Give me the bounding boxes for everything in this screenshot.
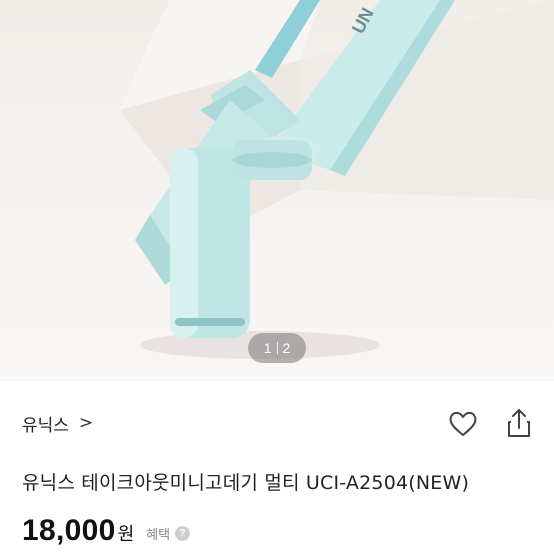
price-row: 18,000 원 혜택 ? [22, 514, 191, 548]
heart-icon [449, 411, 477, 436]
chevron-right-icon: > [78, 413, 94, 433]
pager-current: 1 [263, 340, 272, 356]
pager-divider [276, 342, 278, 354]
share-button[interactable] [503, 406, 535, 440]
benefit-label[interactable]: 혜택 [146, 524, 170, 543]
pager-total: 2 [282, 340, 291, 356]
product-title: 유닉스 테이크아웃미니고데기 멀티 UCI-A2504(NEW) [22, 472, 470, 494]
price-currency: 원 [117, 524, 135, 545]
info-icon[interactable]: ? [175, 525, 191, 541]
product-photo: UN [120, 0, 554, 359]
product-image-gallery[interactable]: UN 1 2 [0, 0, 554, 381]
brand-link[interactable]: 유닉스 > [22, 408, 93, 438]
share-icon [508, 409, 530, 437]
favorite-button[interactable] [447, 408, 479, 440]
image-pager[interactable]: 1 2 [248, 333, 306, 363]
brand-name: 유닉스 [22, 415, 69, 436]
price-value: 18,000 [22, 514, 116, 547]
